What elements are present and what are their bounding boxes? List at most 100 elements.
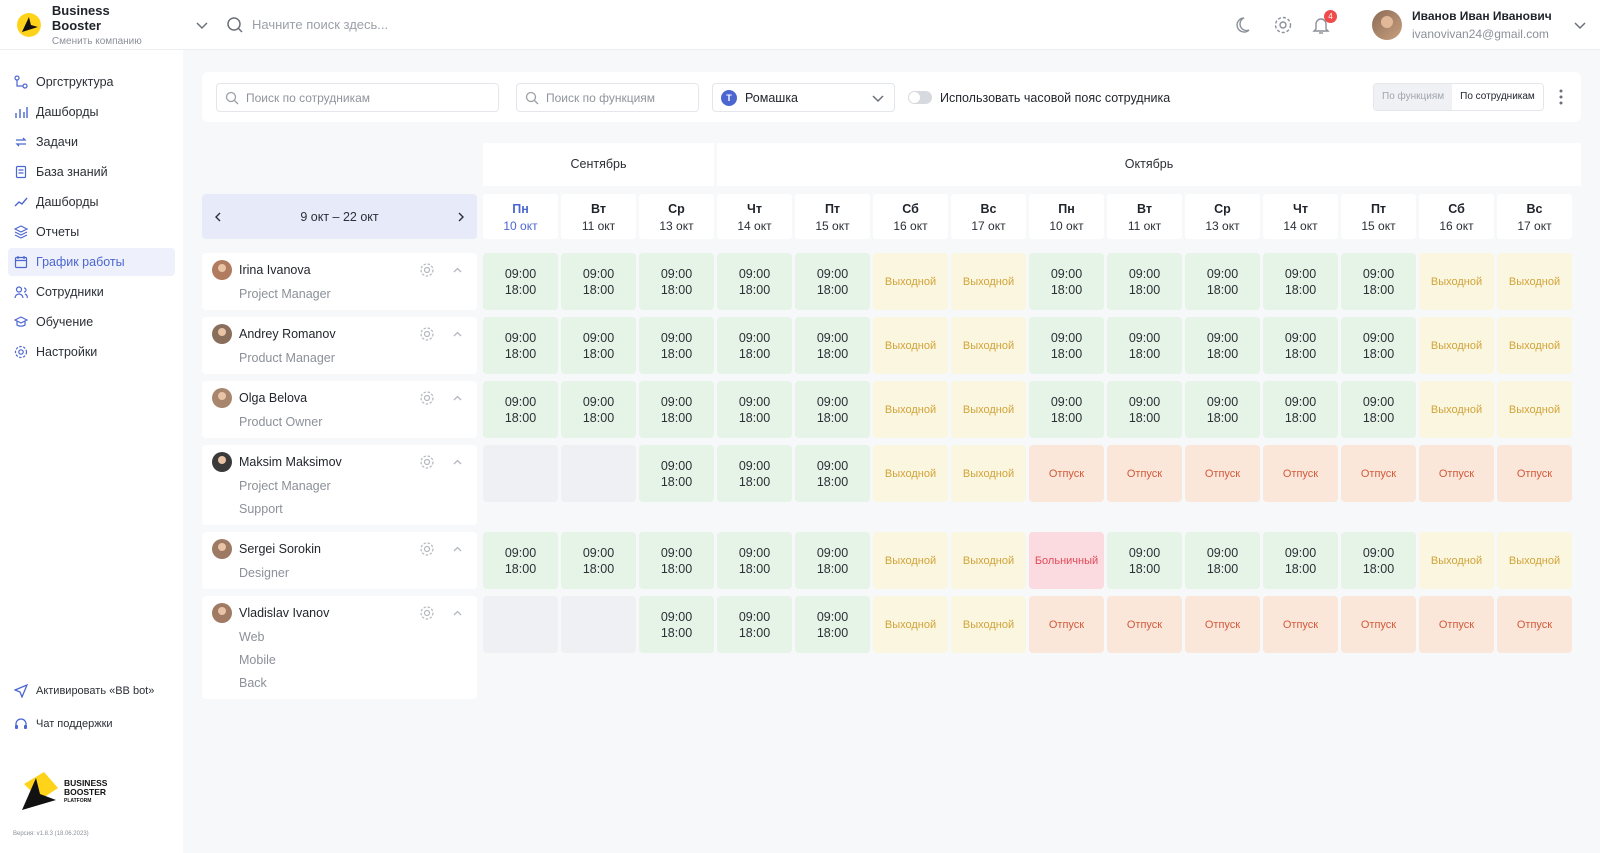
shift-cell-work[interactable]: 09:00 18:00: [795, 532, 870, 589]
chevron-up-icon[interactable]: [452, 544, 463, 555]
shift-cell-day-off[interactable]: Выходной: [873, 253, 948, 310]
chevron-down-icon[interactable]: [194, 17, 210, 33]
gear-icon[interactable]: [419, 605, 435, 621]
shift-cell-work[interactable]: 09:00 18:00: [1107, 381, 1182, 438]
shift-cell-vacation[interactable]: Отпуск: [1107, 596, 1182, 653]
employee-search-input[interactable]: [246, 90, 479, 105]
employee-name[interactable]: Olga Belova: [239, 391, 307, 405]
global-search[interactable]: [226, 16, 826, 34]
shift-cell-vacation[interactable]: Отпуск: [1029, 445, 1104, 502]
shift-cell-day-off[interactable]: Выходной: [951, 253, 1026, 310]
sidebar-item-5[interactable]: Отчеты: [8, 218, 175, 246]
shift-cell-day-off[interactable]: Выходной: [951, 317, 1026, 374]
shift-cell-day-off[interactable]: Выходной: [873, 317, 948, 374]
shift-cell-vacation[interactable]: Отпуск: [1497, 445, 1572, 502]
shift-cell-work[interactable]: 09:00 18:00: [639, 317, 714, 374]
view-by-employee-button[interactable]: По сотрудникам: [1452, 84, 1543, 110]
shift-cell-day-off[interactable]: Выходной: [951, 532, 1026, 589]
shift-cell-vacation[interactable]: Отпуск: [1263, 445, 1338, 502]
view-by-function-button[interactable]: По функциям: [1374, 84, 1453, 110]
shift-cell-empty[interactable]: [483, 596, 558, 653]
shift-cell-day-off[interactable]: Выходной: [1497, 532, 1572, 589]
global-search-input[interactable]: [252, 17, 652, 32]
company-select[interactable]: Т Ромашка: [712, 83, 895, 112]
shift-cell-work[interactable]: 09:00 18:00: [483, 317, 558, 374]
shift-cell-vacation[interactable]: Отпуск: [1419, 596, 1494, 653]
moon-icon[interactable]: [1235, 15, 1255, 35]
shift-cell-work[interactable]: 09:00 18:00: [1185, 317, 1260, 374]
company-switcher[interactable]: Business Booster Сменить компанию: [0, 3, 210, 47]
function-search[interactable]: [516, 83, 699, 112]
gear-icon[interactable]: [419, 390, 435, 406]
shift-cell-work[interactable]: 09:00 18:00: [561, 381, 636, 438]
shift-cell-work[interactable]: 09:00 18:00: [795, 253, 870, 310]
employee-name[interactable]: Sergei Sorokin: [239, 542, 321, 556]
notifications-button[interactable]: 4: [1311, 10, 1337, 35]
shift-cell-empty[interactable]: [483, 445, 558, 502]
shift-cell-work[interactable]: 09:00 18:00: [1107, 253, 1182, 310]
shift-cell-day-off[interactable]: Выходной: [951, 596, 1026, 653]
chevron-right-icon[interactable]: [455, 211, 467, 223]
shift-cell-work[interactable]: 09:00 18:00: [561, 253, 636, 310]
gear-icon[interactable]: [419, 454, 435, 470]
shift-cell-day-off[interactable]: Выходной: [951, 445, 1026, 502]
shift-cell-work[interactable]: 09:00 18:00: [1341, 381, 1416, 438]
shift-cell-empty[interactable]: [561, 596, 636, 653]
sidebar-item-8[interactable]: Обучение: [8, 308, 175, 336]
shift-cell-work[interactable]: 09:00 18:00: [483, 381, 558, 438]
shift-cell-vacation[interactable]: Отпуск: [1185, 445, 1260, 502]
sidebar-item-7[interactable]: Сотрудники: [8, 278, 175, 306]
employee-name[interactable]: Irina Ivanova: [239, 263, 311, 277]
toggle-switch[interactable]: [908, 91, 932, 104]
shift-cell-day-off[interactable]: Выходной: [1497, 317, 1572, 374]
shift-cell-day-off[interactable]: Выходной: [1419, 381, 1494, 438]
sidebar-item-1[interactable]: Дашборды: [8, 98, 175, 126]
sidebar-item-2[interactable]: Задачи: [8, 128, 175, 156]
sidebar-item-6[interactable]: График работы: [8, 248, 175, 276]
shift-cell-work[interactable]: 09:00 18:00: [639, 596, 714, 653]
activate-bot-link[interactable]: Активировать «BB bot»: [0, 680, 183, 702]
shift-cell-work[interactable]: 09:00 18:00: [1029, 253, 1104, 310]
shift-cell-sick[interactable]: Больничный: [1029, 532, 1104, 589]
shift-cell-vacation[interactable]: Отпуск: [1341, 445, 1416, 502]
employee-name[interactable]: Vladislav Ivanov: [239, 606, 329, 620]
shift-cell-vacation[interactable]: Отпуск: [1497, 596, 1572, 653]
shift-cell-work[interactable]: 09:00 18:00: [1263, 317, 1338, 374]
chevron-left-icon[interactable]: [212, 211, 224, 223]
user-menu[interactable]: Иванов Иван Иванович ivanovivan24@gmail.…: [1372, 0, 1588, 50]
shift-cell-day-off[interactable]: Выходной: [873, 445, 948, 502]
sidebar-item-3[interactable]: База знаний: [8, 158, 175, 186]
shift-cell-work[interactable]: 09:00 18:00: [1185, 381, 1260, 438]
shift-cell-day-off[interactable]: Выходной: [873, 532, 948, 589]
shift-cell-work[interactable]: 09:00 18:00: [639, 381, 714, 438]
shift-cell-day-off[interactable]: Выходной: [873, 381, 948, 438]
shift-cell-work[interactable]: 09:00 18:00: [1185, 253, 1260, 310]
shift-cell-work[interactable]: 09:00 18:00: [717, 596, 792, 653]
shift-cell-vacation[interactable]: Отпуск: [1107, 445, 1182, 502]
function-search-input[interactable]: [546, 90, 694, 105]
more-vertical-icon[interactable]: [1559, 89, 1563, 105]
shift-cell-day-off[interactable]: Выходной: [1419, 253, 1494, 310]
shift-cell-vacation[interactable]: Отпуск: [1263, 596, 1338, 653]
shift-cell-work[interactable]: 09:00 18:00: [717, 381, 792, 438]
shift-cell-work[interactable]: 09:00 18:00: [561, 532, 636, 589]
employee-search[interactable]: [216, 83, 499, 112]
shift-cell-work[interactable]: 09:00 18:00: [1341, 253, 1416, 310]
shift-cell-work[interactable]: 09:00 18:00: [717, 253, 792, 310]
shift-cell-work[interactable]: 09:00 18:00: [1107, 532, 1182, 589]
chevron-up-icon[interactable]: [452, 329, 463, 340]
shift-cell-work[interactable]: 09:00 18:00: [1029, 381, 1104, 438]
shift-cell-empty[interactable]: [561, 445, 636, 502]
shift-cell-work[interactable]: 09:00 18:00: [561, 317, 636, 374]
shift-cell-vacation[interactable]: Отпуск: [1419, 445, 1494, 502]
sidebar-item-4[interactable]: Дашборды: [8, 188, 175, 216]
employee-name[interactable]: Maksim Maksimov: [239, 455, 342, 469]
sidebar-item-9[interactable]: Настройки: [8, 338, 175, 366]
gear-icon[interactable]: [419, 326, 435, 342]
shift-cell-work[interactable]: 09:00 18:00: [639, 253, 714, 310]
shift-cell-day-off[interactable]: Выходной: [873, 596, 948, 653]
shift-cell-work[interactable]: 09:00 18:00: [1107, 317, 1182, 374]
shift-cell-work[interactable]: 09:00 18:00: [1341, 317, 1416, 374]
shift-cell-vacation[interactable]: Отпуск: [1029, 596, 1104, 653]
shift-cell-work[interactable]: 09:00 18:00: [1263, 381, 1338, 438]
